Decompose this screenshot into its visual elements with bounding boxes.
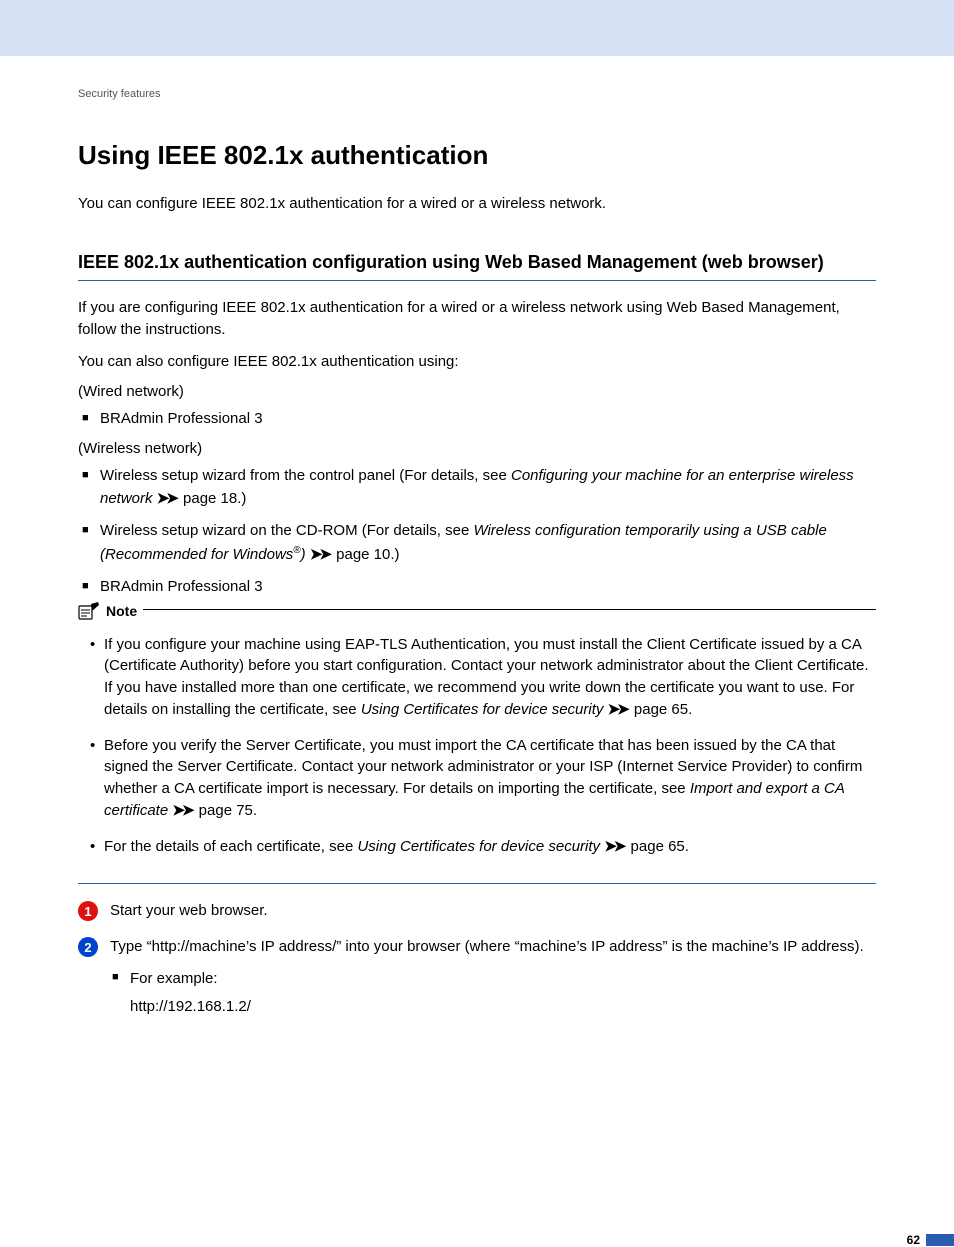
step-body: Type “http://machine’s IP address/” into… (110, 936, 876, 1017)
note-label: Note (106, 603, 137, 619)
step-1: 1 Start your web browser. (78, 900, 876, 922)
page-number-text: 62 (907, 1233, 920, 1247)
note-item: Before you verify the Server Certificate… (90, 735, 876, 822)
list-item: For example: (110, 968, 876, 990)
cross-ref-link[interactable]: Using Certificates for device security (361, 701, 604, 718)
top-band (0, 0, 954, 56)
text: page 10.) (332, 546, 400, 563)
example-list: For example: (110, 968, 876, 990)
ref-arrows-icon: ➤➤ (608, 701, 627, 718)
step-number-badge: 2 (78, 937, 98, 957)
note-list: If you configure your machine using EAP-… (78, 634, 876, 858)
steps: 1 Start your web browser. 2 Type “http:/… (78, 900, 876, 1017)
ref-arrows-icon: ➤➤ (310, 546, 329, 563)
wireless-list: Wireless setup wizard from the control p… (78, 465, 876, 599)
list-item: Wireless setup wizard from the control p… (78, 465, 876, 510)
step-body: Start your web browser. (110, 900, 876, 922)
list-item: BRAdmin Professional 3 (78, 576, 876, 599)
example-url: http://192.168.1.2/ (110, 996, 876, 1018)
cross-ref-link[interactable]: Using Certificates for device security (357, 838, 600, 855)
text: page 75. (195, 802, 258, 819)
intro-text: You can configure IEEE 802.1x authentica… (78, 193, 876, 214)
list-item: BRAdmin Professional 3 (78, 408, 876, 431)
text: page 18.) (179, 490, 247, 507)
paragraph-2: You can also configure IEEE 802.1x authe… (78, 351, 876, 373)
step-number-badge: 1 (78, 901, 98, 921)
note-heading: Note (78, 602, 143, 620)
note-icon (78, 602, 100, 620)
note-item: If you configure your machine using EAP-… (90, 634, 876, 721)
page-title: Using IEEE 802.1x authentication (78, 140, 876, 171)
list-item: Wireless setup wizard on the CD-ROM (For… (78, 520, 876, 566)
text: page 65. (630, 701, 693, 718)
wireless-label: (Wireless network) (78, 440, 876, 457)
wired-list: BRAdmin Professional 3 (78, 408, 876, 431)
section-title: IEEE 802.1x authentication configuration… (78, 250, 876, 281)
page-number-bar (926, 1234, 954, 1246)
registered-symbol: ® (293, 545, 300, 556)
ref-arrows-icon: ➤➤ (172, 802, 191, 819)
ref-arrows-icon: ➤➤ (604, 838, 623, 855)
text: For the details of each certificate, see (104, 838, 357, 855)
breadcrumb: Security features (78, 88, 876, 100)
text: Wireless setup wizard from the control p… (100, 467, 511, 484)
text: Type “http://machine’s IP address/” into… (110, 938, 864, 955)
page-content: 6 Security features Using IEEE 802.1x au… (0, 56, 954, 1017)
ref-arrows-icon: ➤➤ (157, 490, 176, 507)
text: page 65. (626, 838, 689, 855)
wired-label: (Wired network) (78, 383, 876, 400)
note-block: Note If you configure your machine using… (78, 609, 876, 885)
page-number: 62 (907, 1233, 954, 1247)
note-item: For the details of each certificate, see… (90, 836, 876, 858)
step-2: 2 Type “http://machine’s IP address/” in… (78, 936, 876, 1017)
text: Wireless setup wizard on the CD-ROM (For… (100, 522, 473, 539)
paragraph-1: If you are configuring IEEE 802.1x authe… (78, 297, 876, 341)
